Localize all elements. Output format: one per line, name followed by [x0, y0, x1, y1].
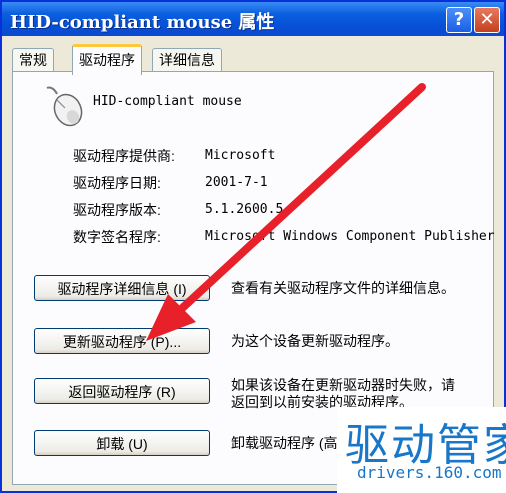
watermark-logo: 驱动管家 drivers.160.com — [337, 407, 506, 493]
uninstall-button[interactable]: 卸载 (U) — [34, 430, 210, 456]
update-driver-desc: 为这个设备更新驱动程序。 — [231, 333, 399, 349]
version-label: 驱动程序版本: — [73, 202, 161, 218]
title-bar[interactable]: HID-compliant mouse 属性 ? ✕ — [2, 2, 504, 36]
tab-general[interactable]: 常规 — [12, 48, 54, 72]
date-label: 驱动程序日期: — [73, 175, 161, 191]
driver-details-button[interactable]: 驱动程序详细信息 (I) — [34, 275, 210, 301]
provider-value: Microsoft — [205, 148, 276, 163]
close-button[interactable]: ✕ — [474, 7, 500, 33]
watermark-url: drivers.160.com — [357, 463, 502, 482]
signer-label: 数字签名程序: — [73, 229, 161, 245]
uninstall-desc: 卸载驱动程序 (高 — [231, 435, 338, 451]
driver-details-desc: 查看有关驱动程序文件的详细信息。 — [231, 280, 455, 296]
device-name: HID-compliant mouse — [93, 94, 242, 109]
help-button[interactable]: ? — [446, 7, 472, 33]
tab-driver[interactable]: 驱动程序 — [72, 44, 142, 75]
roll-back-driver-button[interactable]: 返回驱动程序 (R) — [34, 378, 210, 404]
signer-value: Microsoft Windows Component Publisher — [205, 229, 495, 244]
tab-details[interactable]: 详细信息 — [152, 48, 222, 72]
provider-label: 驱动程序提供商: — [73, 148, 175, 164]
mouse-icon — [46, 86, 83, 127]
roll-back-desc-line1: 如果该设备在更新驱动器时失败，请 — [231, 377, 455, 393]
window-title: HID-compliant mouse 属性 — [10, 12, 275, 33]
version-value: 5.1.2600.5 — [205, 202, 284, 217]
update-driver-button[interactable]: 更新驱动程序 (P)... — [34, 328, 210, 354]
date-value: 2001-7-1 — [205, 175, 268, 190]
